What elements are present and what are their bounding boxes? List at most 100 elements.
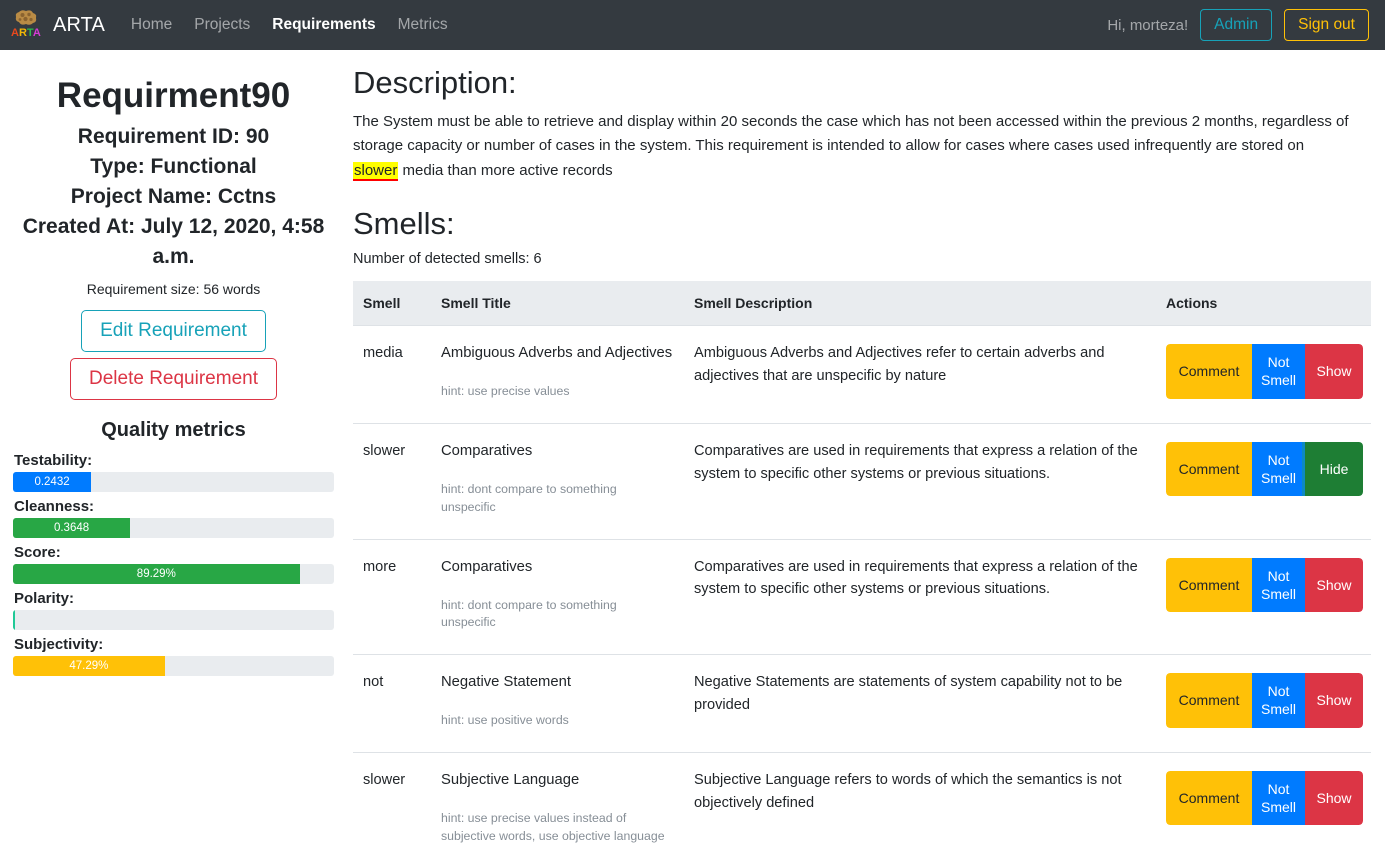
comment-button[interactable]: Comment <box>1166 344 1252 399</box>
column-header-smell-description: Smell Description <box>684 281 1156 326</box>
smell-title-text: Subjective Language <box>441 771 580 788</box>
show-button[interactable]: Show <box>1305 344 1363 399</box>
comment-button[interactable]: Comment <box>1166 770 1252 826</box>
nav-link-metrics[interactable]: Metrics <box>398 16 448 33</box>
smell-title-text: Comparatives <box>441 443 533 460</box>
nav-item-metrics[interactable]: Metrics <box>398 16 448 34</box>
smells-heading: Smells: <box>353 206 455 242</box>
metric-label-subjectivity: Subjectivity: <box>14 636 104 654</box>
nav-link-projects[interactable]: Projects <box>194 16 250 33</box>
nav-item-projects[interactable]: Projects <box>194 16 250 34</box>
metric-label-score: Score: <box>14 544 61 562</box>
table-header-row: Smell Smell Title Smell Description Acti… <box>353 281 1371 326</box>
smell-title-text: Comparatives <box>441 558 533 575</box>
progress-track-polarity <box>13 610 334 631</box>
cell-smell-description: Negative Statements are statements of sy… <box>684 654 1156 753</box>
comment-button[interactable]: Comment <box>1166 557 1252 612</box>
cell-smell: more <box>353 538 431 655</box>
delete-requirement-button[interactable]: Delete Requirement <box>70 358 277 401</box>
cell-smell: not <box>353 654 431 753</box>
column-header-smell: Smell <box>353 281 431 326</box>
description-text: The System must be able to retrieve and … <box>353 110 1353 183</box>
nav-link-requirements[interactable]: Requirements <box>272 16 375 33</box>
smells-table-body: media Ambiguous Adverbs and Adjectives h… <box>353 325 1371 850</box>
cell-actions: Comment Not Smell Show <box>1156 538 1371 655</box>
progress-bar-score: 89.29% <box>13 564 300 585</box>
column-header-smell-title: Smell Title <box>431 281 684 326</box>
created-at: Created At: July 12, 2020, 4:58 a.m. <box>22 214 325 268</box>
comment-button[interactable]: Comment <box>1166 673 1252 728</box>
not-smell-button[interactable]: Not Smell <box>1252 770 1305 826</box>
nav-links: Home Projects Requirements Metrics <box>131 16 448 34</box>
smell-hint: hint: use positive words <box>441 713 569 728</box>
cell-smell-title: Comparatives hint: dont compare to somet… <box>431 538 684 655</box>
cell-smell-title: Comparatives hint: dont compare to somet… <box>431 423 684 540</box>
show-button[interactable]: Show <box>1305 770 1363 826</box>
navbar-right: Hi, morteza! Admin Sign out <box>1107 8 1369 42</box>
cell-smell-description: Comparatives are used in requirements th… <box>684 423 1156 540</box>
row-action-group: Comment Not Smell Show <box>1166 673 1363 728</box>
project-name: Project Name: Cctns <box>70 184 277 208</box>
table-row: more Comparatives hint: dont compare to … <box>353 538 1371 655</box>
cell-smell: slower <box>353 751 431 850</box>
table-row: not Negative Statement hint: use positiv… <box>353 654 1371 753</box>
smells-table: Smell Smell Title Smell Description Acti… <box>353 281 1371 850</box>
smell-hint: hint: dont compare to something unspecif… <box>441 597 617 630</box>
requirement-id: Requirement ID: 90 <box>77 125 270 149</box>
metric-cleanness: Cleanness: 0.3648 <box>13 498 334 539</box>
not-smell-button[interactable]: Not Smell <box>1252 344 1305 399</box>
comment-button[interactable]: Comment <box>1166 442 1252 497</box>
row-action-group: Comment Not Smell Hide <box>1166 442 1363 497</box>
cell-smell-description: Comparatives are used in requirements th… <box>684 538 1156 655</box>
cell-smell: slower <box>353 423 431 540</box>
nav-item-home[interactable]: Home <box>131 16 172 34</box>
cell-actions: Comment Not Smell Show <box>1156 325 1371 424</box>
brand-title: ARTA <box>53 13 105 36</box>
progress-track-testability: 0.2432 <box>13 472 334 493</box>
progress-bar-polarity <box>13 610 16 631</box>
row-action-group: Comment Not Smell Show <box>1166 344 1363 399</box>
page-title: Requirment90 <box>56 76 291 115</box>
row-action-group: Comment Not Smell Show <box>1166 557 1363 612</box>
cell-actions: Comment Not Smell Show <box>1156 751 1371 850</box>
smells-count: Number of detected smells: 6 <box>353 251 542 268</box>
show-button[interactable]: Show <box>1305 557 1363 612</box>
admin-button[interactable]: Admin <box>1200 8 1273 42</box>
metric-label-polarity: Polarity: <box>14 590 75 608</box>
description-heading: Description: <box>353 65 517 100</box>
requirement-actions: Edit Requirement Delete Requirement <box>13 310 334 401</box>
metric-testability: Testability: 0.2432 <box>13 452 334 493</box>
description-part1: The System must be able to retrieve and … <box>353 113 1349 155</box>
cell-smell-title: Subjective Language hint: use precise va… <box>431 751 684 850</box>
metric-score: Score: 89.29% <box>13 544 334 585</box>
smell-title-text: Ambiguous Adverbs and Adjectives <box>441 345 673 362</box>
requirement-type: Type: Functional <box>90 155 257 179</box>
show-button[interactable]: Show <box>1305 673 1363 728</box>
cell-actions: Comment Not Smell Show <box>1156 654 1371 753</box>
smells-table-head: Smell Smell Title Smell Description Acti… <box>353 281 1371 326</box>
cell-smell: media <box>353 325 431 424</box>
cell-smell-description: Ambiguous Adverbs and Adjectives refer t… <box>684 325 1156 424</box>
not-smell-button[interactable]: Not Smell <box>1252 557 1305 612</box>
smell-title-text: Negative Statement <box>441 674 571 691</box>
smell-hint: hint: use precise values instead of subj… <box>441 810 665 843</box>
not-smell-button[interactable]: Not Smell <box>1252 442 1305 497</box>
brand-link[interactable]: ARTA ARTA <box>10 8 105 42</box>
edit-requirement-button[interactable]: Edit Requirement <box>81 310 266 353</box>
nav-link-home[interactable]: Home <box>131 16 172 33</box>
user-greeting: Hi, morteza! <box>1107 16 1189 34</box>
svg-text:ARTA: ARTA <box>11 27 41 39</box>
quality-metrics-title: Quality metrics <box>101 419 246 442</box>
table-row: slower Comparatives hint: dont compare t… <box>353 423 1371 540</box>
progress-track-subjectivity: 47.29% <box>13 656 334 677</box>
nav-item-requirements[interactable]: Requirements <box>272 16 375 34</box>
arta-logo-icon: ARTA <box>10 8 44 42</box>
page-body: Requirment90 Requirement ID: 90 Type: Fu… <box>0 50 1385 850</box>
description-part2: media than more active records <box>398 161 613 179</box>
cell-smell-title: Negative Statement hint: use positive wo… <box>431 654 684 753</box>
table-row: media Ambiguous Adverbs and Adjectives h… <box>353 325 1371 424</box>
not-smell-button[interactable]: Not Smell <box>1252 673 1305 728</box>
sign-out-button[interactable]: Sign out <box>1284 8 1369 42</box>
metric-polarity: Polarity: <box>13 590 334 631</box>
hide-button[interactable]: Hide <box>1305 442 1363 497</box>
